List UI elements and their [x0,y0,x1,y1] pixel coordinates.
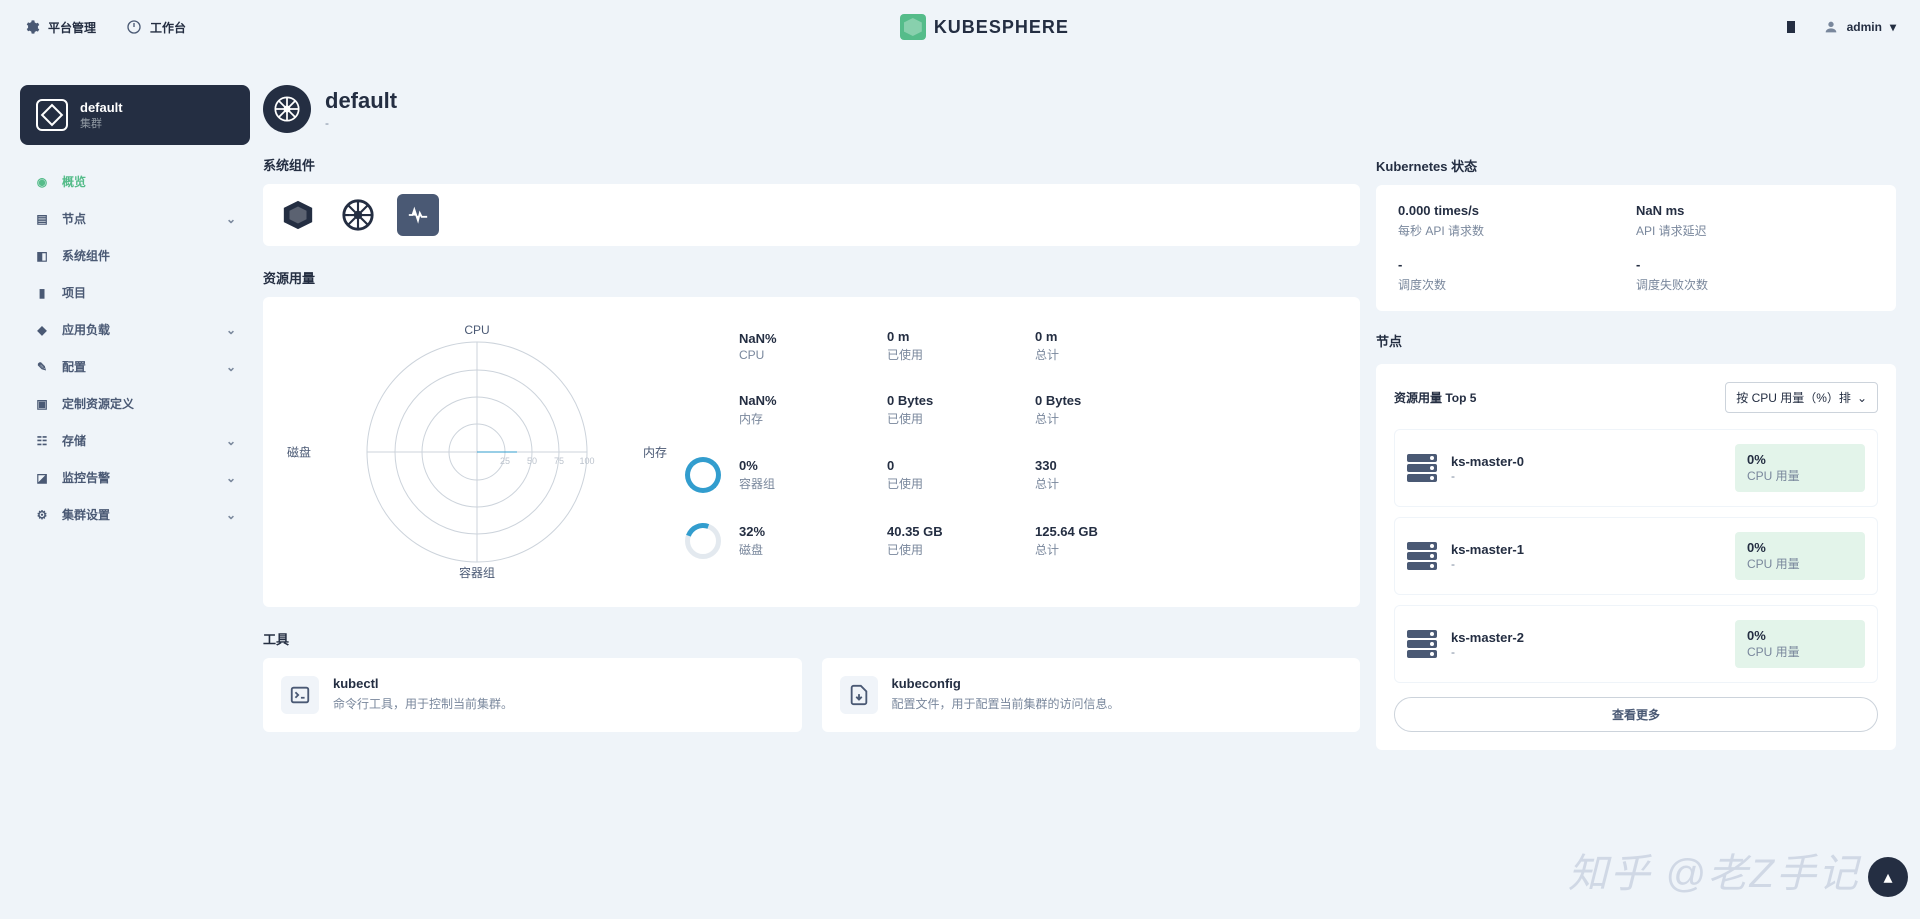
chevron-down-icon: ⌄ [1857,391,1867,405]
server-icon [1407,454,1437,482]
svg-text:25: 25 [500,456,510,466]
node-row[interactable]: ks-master-1- 0%CPU 用量 [1394,517,1878,595]
nav-workloads[interactable]: ◆ 应用负载 ⌄ [20,311,250,348]
top5-card: 资源用量 Top 5 按 CPU 用量（%）排 ⌄ ks-master-0- 0… [1376,364,1896,750]
bookmark-icon[interactable] [1783,19,1799,35]
donut-icon [685,457,721,493]
monitoring-icon: ◪ [34,470,50,486]
dashboard-icon [126,19,142,35]
kubernetes-component-icon[interactable] [337,194,379,236]
user-icon [1823,19,1839,35]
chevron-down-icon: ⌄ [226,212,236,226]
chevron-down-icon: ▾ [1890,20,1896,34]
logo-icon [900,14,926,40]
right-column: Kubernetes 状态 0.000 times/s每秒 API 请求数 Na… [1376,158,1896,750]
node-usage-bar: 0%CPU 用量 [1735,532,1865,580]
k8s-status-card: 0.000 times/s每秒 API 请求数 NaN msAPI 请求延迟 -… [1376,185,1896,311]
section-resource-title: 资源用量 [263,268,1360,287]
storage-icon: ☷ [34,433,50,449]
nav-overview[interactable]: ◉ 概览 [20,163,250,200]
tool-kubeconfig[interactable]: kubeconfig 配置文件，用于配置当前集群的访问信息。 [822,658,1361,732]
svg-text:75: 75 [554,456,564,466]
section-nodes-title: 节点 [1376,331,1896,350]
sort-select[interactable]: 按 CPU 用量（%）排 ⌄ [1725,382,1878,413]
resource-usage-card: CPU 内存 容器组 磁盘 2550 75100 [263,297,1360,607]
page-sub: - [325,116,397,130]
svg-text:100: 100 [579,456,594,466]
brand-logo[interactable]: KUBESPHERE [900,14,1069,40]
section-k8s-title: Kubernetes 状态 [1376,156,1896,175]
stat-schedule-count: -调度次数 [1398,257,1636,293]
overview-icon: ◉ [34,174,50,190]
page-title: default [325,88,397,114]
resource-list: NaN%CPU 0 m已使用 0 m总计 NaN%内存 0 Bytes已使用 0… [677,317,1346,587]
nav-components[interactable]: ◧ 系统组件 [20,237,250,274]
workbench-menu[interactable]: 工作台 [126,19,186,36]
components-icon: ◧ [34,248,50,264]
cluster-name: default [80,100,123,115]
section-components-title: 系统组件 [263,155,1360,174]
resource-row-pods[interactable]: 0%容器组 0已使用 330总计 [677,445,1346,505]
nav-crd[interactable]: ▣ 定制资源定义 [20,385,250,422]
node-row[interactable]: ks-master-2- 0%CPU 用量 [1394,605,1878,683]
section-tools-title: 工具 [263,629,1360,648]
server-icon [1407,630,1437,658]
node-usage-bar: 0%CPU 用量 [1735,620,1865,668]
download-file-icon [840,676,878,714]
chevron-down-icon: ⌄ [226,360,236,374]
platform-menu[interactable]: 平台管理 [24,19,96,36]
kubesphere-component-icon[interactable] [277,194,319,236]
nav-monitoring[interactable]: ◪ 监控告警 ⌄ [20,459,250,496]
page-header: default - [263,85,1360,133]
crd-icon: ▣ [34,396,50,412]
cluster-sub: 集群 [80,115,123,131]
nav-storage[interactable]: ☷ 存储 ⌄ [20,422,250,459]
topbar: 平台管理 工作台 KUBESPHERE admin ▾ [0,0,1920,54]
settings-icon: ⚙ [34,507,50,523]
nodes-icon: ▤ [34,211,50,227]
config-icon: ✎ [34,359,50,375]
fab-button[interactable]: ▴ [1868,857,1908,897]
nav-config[interactable]: ✎ 配置 ⌄ [20,348,250,385]
donut-icon [685,523,721,559]
chevron-down-icon: ⌄ [226,471,236,485]
helm-icon [263,85,311,133]
chevron-down-icon: ⌄ [226,434,236,448]
node-row[interactable]: ks-master-0- 0%CPU 用量 [1394,429,1878,507]
watermark: 知乎 @老Z手记 [1568,841,1860,899]
radar-chart: CPU 内存 容器组 磁盘 2550 75100 [277,317,677,587]
resource-row-disk[interactable]: 32%磁盘 40.35 GB已使用 125.64 GB总计 [677,511,1346,571]
cluster-icon [36,99,68,131]
nav-nodes[interactable]: ▤ 节点 ⌄ [20,200,250,237]
terminal-icon [281,676,319,714]
tools-row: kubectl 命令行工具，用于控制当前集群。 kubeconfig 配置文件，… [263,658,1360,732]
nav-projects[interactable]: ▮ 项目 [20,274,250,311]
stat-api-rps: 0.000 times/s每秒 API 请求数 [1398,203,1636,239]
projects-icon: ▮ [34,285,50,301]
sidebar: default 集群 ◉ 概览 ▤ 节点 ⌄ ◧ 系统组件 ▮ 项目 ◆ 应用负… [20,85,250,533]
user-menu[interactable]: admin ▾ [1823,19,1896,35]
gear-icon [24,19,40,35]
tool-kubectl[interactable]: kubectl 命令行工具，用于控制当前集群。 [263,658,802,732]
monitoring-component-icon[interactable] [397,194,439,236]
system-components-card [263,184,1360,246]
svg-text:50: 50 [527,456,537,466]
top5-title: 资源用量 Top 5 [1394,389,1476,406]
server-icon [1407,542,1437,570]
view-more-button[interactable]: 查看更多 [1394,697,1878,732]
chevron-down-icon: ⌄ [226,323,236,337]
main-content: default - 系统组件 资源用量 CPU 内存 容器组 磁盘 [263,85,1360,732]
cluster-card[interactable]: default 集群 [20,85,250,145]
resource-row-cpu[interactable]: NaN%CPU 0 m已使用 0 m总计 [677,317,1346,375]
stat-schedule-fail: -调度失败次数 [1636,257,1874,293]
stat-api-latency: NaN msAPI 请求延迟 [1636,203,1874,239]
node-usage-bar: 0%CPU 用量 [1735,444,1865,492]
nav-cluster-settings[interactable]: ⚙ 集群设置 ⌄ [20,496,250,533]
resource-row-memory[interactable]: NaN%内存 0 Bytes已使用 0 Bytes总计 [677,381,1346,439]
workloads-icon: ◆ [34,322,50,338]
chevron-down-icon: ⌄ [226,508,236,522]
